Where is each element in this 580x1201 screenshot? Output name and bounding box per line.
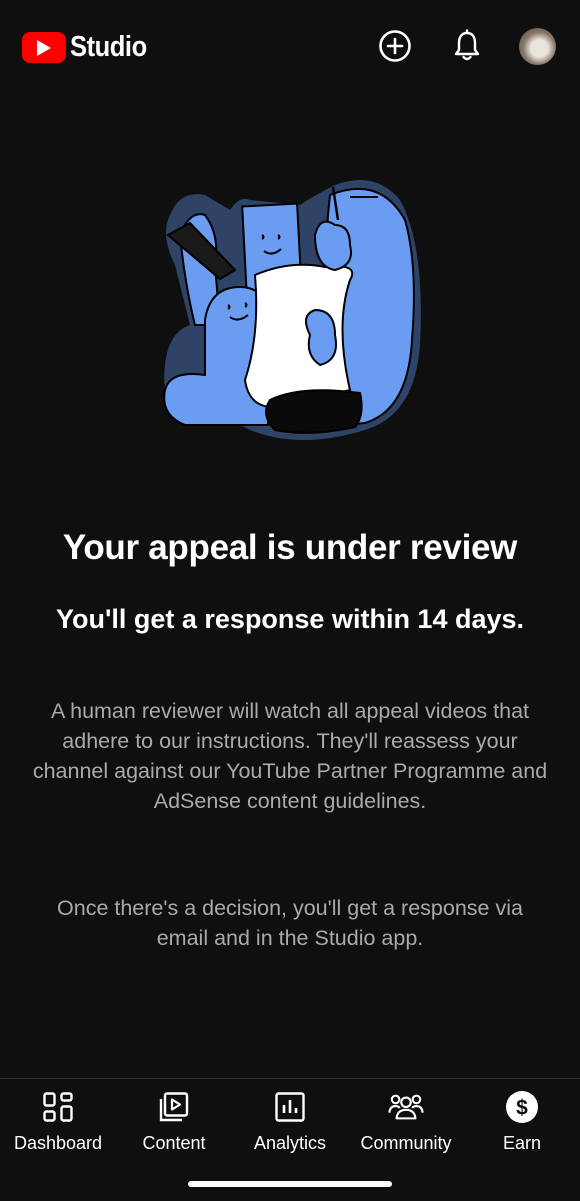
logo-text: Studio (70, 31, 147, 63)
home-indicator[interactable] (188, 1181, 392, 1187)
reviewers-illustration-icon (163, 180, 421, 440)
tab-analytics[interactable]: Analytics (232, 1085, 348, 1159)
review-description: A human reviewer will watch all appeal v… (32, 699, 548, 813)
tab-label: Content (142, 1133, 206, 1153)
studio-logo[interactable]: Studio (22, 31, 157, 64)
tab-label: Community (360, 1133, 452, 1153)
plus-circle-icon (379, 30, 411, 62)
app-header: Studio (0, 0, 580, 96)
avatar[interactable] (519, 28, 556, 65)
community-icon (388, 1089, 424, 1125)
page-title: Your appeal is under review (62, 528, 518, 567)
content-icon (156, 1089, 192, 1125)
decision-notice: Once there's a decision, you'll get a re… (57, 896, 523, 950)
create-button[interactable] (377, 28, 413, 64)
bell-icon (454, 29, 480, 61)
tab-label: Earn (502, 1133, 542, 1153)
tab-community[interactable]: Community (348, 1085, 464, 1159)
tab-label: Dashboard (13, 1133, 103, 1153)
tab-label: Analytics (253, 1133, 327, 1153)
appeal-review-illustration (150, 175, 430, 465)
tab-dashboard[interactable]: Dashboard (0, 1085, 116, 1159)
notifications-button[interactable] (449, 28, 485, 64)
tab-content[interactable]: Content (116, 1085, 232, 1159)
tab-earn[interactable]: $ Earn (464, 1085, 580, 1159)
svg-text:$: $ (516, 1097, 528, 1120)
analytics-icon (272, 1089, 308, 1125)
dashboard-icon (40, 1089, 76, 1125)
youtube-logo-icon (22, 32, 66, 63)
response-time-subtitle: You'll get a response within 14 days. (55, 604, 525, 634)
earn-icon: $ (504, 1089, 540, 1125)
